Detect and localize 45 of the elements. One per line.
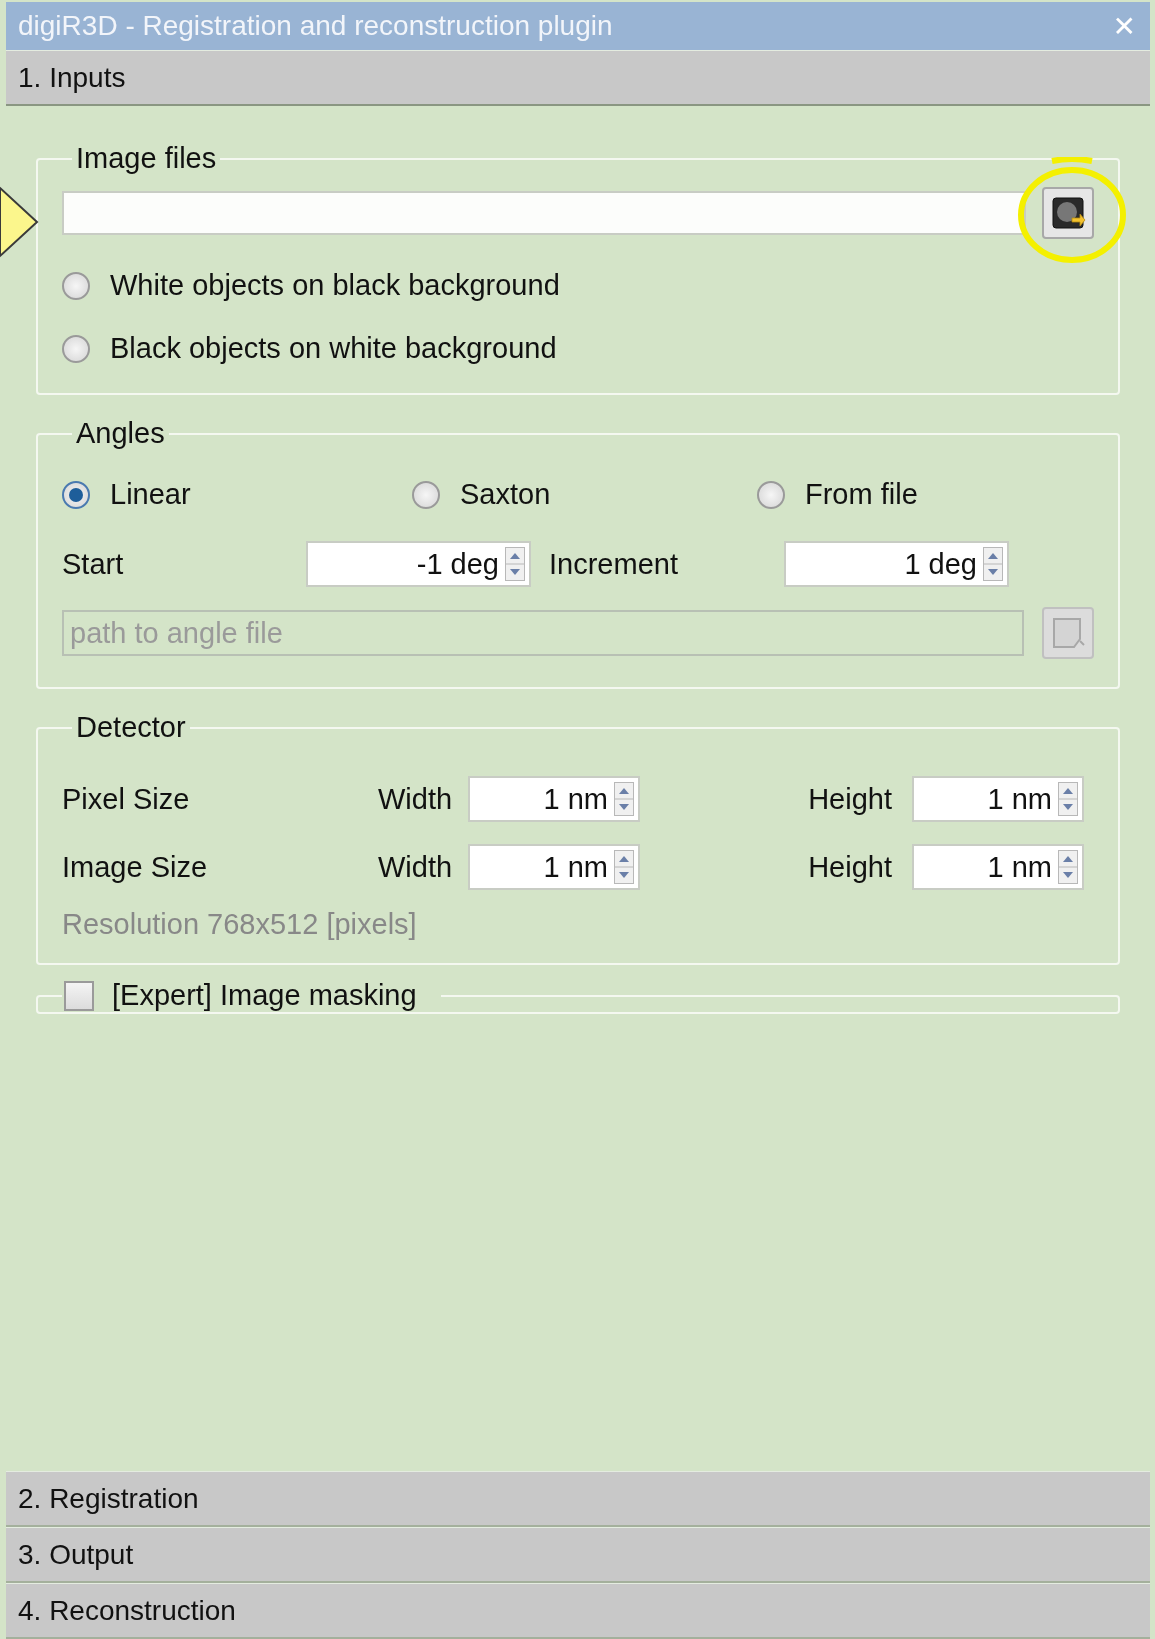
spin-arrows-icon[interactable] <box>505 547 525 581</box>
radio-label[interactable]: Linear <box>110 478 191 511</box>
document-icon <box>1050 615 1086 651</box>
section-header[interactable]: 4. Reconstruction <box>6 1583 1150 1639</box>
radio-button[interactable] <box>62 271 90 300</box>
radio-button[interactable] <box>62 334 90 363</box>
checkbox[interactable] <box>64 980 94 1011</box>
resolution-text: Resolution 768x512 [pixels] <box>62 908 418 941</box>
section-header[interactable]: 3. Output <box>6 1527 1150 1583</box>
radio-button[interactable] <box>412 480 440 509</box>
radio-label[interactable]: Black objects on white background <box>110 332 557 365</box>
field-label: Pixel Size <box>62 782 191 816</box>
number-field[interactable]: 1 nm <box>468 776 640 822</box>
field-label: Increment <box>548 547 679 581</box>
group-title: Detector <box>75 711 187 744</box>
field-label: Width <box>378 850 454 884</box>
browse-button[interactable] <box>1042 187 1094 239</box>
field-label: Height <box>808 782 893 816</box>
group-title: Angles <box>75 417 166 450</box>
section-header[interactable]: 1. Inputs <box>6 50 1150 106</box>
file-path-field[interactable] <box>62 191 1026 235</box>
radio-label[interactable]: White objects on black background <box>110 269 560 302</box>
spin-arrows-icon[interactable] <box>1058 850 1078 884</box>
field-label: Image Size <box>62 850 209 884</box>
number-field[interactable]: 1 nm <box>912 776 1084 822</box>
field-label: Height <box>808 850 893 884</box>
section-header[interactable]: 2. Registration <box>6 1471 1150 1527</box>
spin-arrows-icon[interactable] <box>1058 782 1078 816</box>
image-file-icon <box>1050 195 1086 231</box>
radio-label[interactable]: Saxton <box>460 478 551 511</box>
spin-arrows-icon[interactable] <box>614 850 634 884</box>
window-title: digiR3D - Registration and reconstruction plugin <box>18 10 613 42</box>
radio-label[interactable]: From file <box>805 478 918 511</box>
group-title: Image files <box>75 142 218 175</box>
spin-arrows-icon[interactable] <box>983 547 1003 581</box>
radio-button[interactable] <box>757 480 785 509</box>
field-label: Width <box>378 782 454 816</box>
spin-arrows-icon[interactable] <box>614 782 634 816</box>
pointer-triangle <box>0 186 40 258</box>
radio-button[interactable] <box>62 480 90 509</box>
number-field[interactable]: 1 nm <box>912 844 1084 890</box>
number-field[interactable]: 1 deg <box>784 541 1009 587</box>
field-label: Start <box>62 547 125 581</box>
number-field[interactable]: -1 deg <box>306 541 531 587</box>
number-field[interactable]: 1 nm <box>468 844 640 890</box>
